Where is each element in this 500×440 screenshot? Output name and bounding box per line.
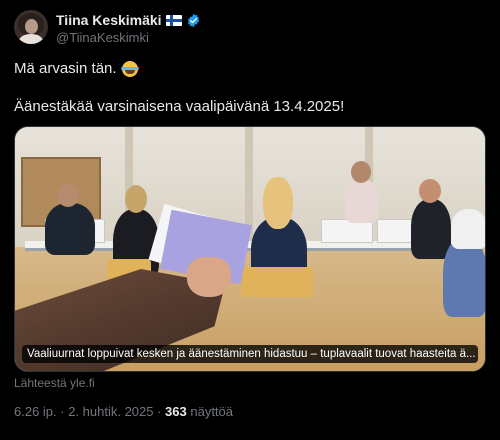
face-with-tears-of-joy-icon: [120, 60, 139, 77]
photo-person: [443, 237, 485, 317]
tweet-timestamp[interactable]: 6.26 ip. · 2. huhtik. 2025 ·: [14, 404, 165, 419]
tweet-text-line2: Äänestäkää varsinaisena vaalipäivänä 13.…: [14, 98, 345, 115]
photo-person-head: [57, 183, 79, 207]
tweet: Tiina Keskimäki @TiinaKeskimki Mä arvasi…: [0, 0, 500, 440]
photo-person: [451, 209, 485, 249]
photo-person-head: [351, 161, 371, 183]
link-card-image[interactable]: [14, 126, 486, 372]
link-card-caption[interactable]: Vaaliuurnat loppuivat kesken ja äänestäm…: [22, 345, 478, 363]
photo-person-head: [125, 185, 147, 213]
verified-badge-icon[interactable]: [186, 13, 201, 28]
author-handle[interactable]: @TiinaKeskimki: [56, 30, 149, 45]
photo-person: [45, 203, 95, 255]
tweet-text-line1: Mä arvasin tän.: [14, 60, 139, 77]
photo-person-head: [263, 177, 293, 229]
view-label: näyttöä: [186, 404, 234, 419]
photo-person: [345, 179, 379, 223]
photo-chair: [241, 267, 313, 297]
author-display-name[interactable]: Tiina Keskimäki: [56, 12, 162, 28]
link-source[interactable]: Lähteestä yle.fi: [14, 376, 95, 390]
finland-flag-icon: [165, 14, 182, 26]
view-count: 363: [165, 404, 187, 419]
photo-hand: [187, 257, 231, 297]
photo-person: [411, 199, 451, 259]
tweet-meta: 6.26 ip. · 2. huhtik. 2025 · 363 näyttöä: [14, 404, 233, 419]
avatar[interactable]: [14, 10, 48, 44]
photo-person-head: [419, 179, 441, 203]
author-name-row: Tiina Keskimäki: [56, 12, 201, 28]
tweet-text: Mä arvasin tän.: [14, 60, 117, 77]
